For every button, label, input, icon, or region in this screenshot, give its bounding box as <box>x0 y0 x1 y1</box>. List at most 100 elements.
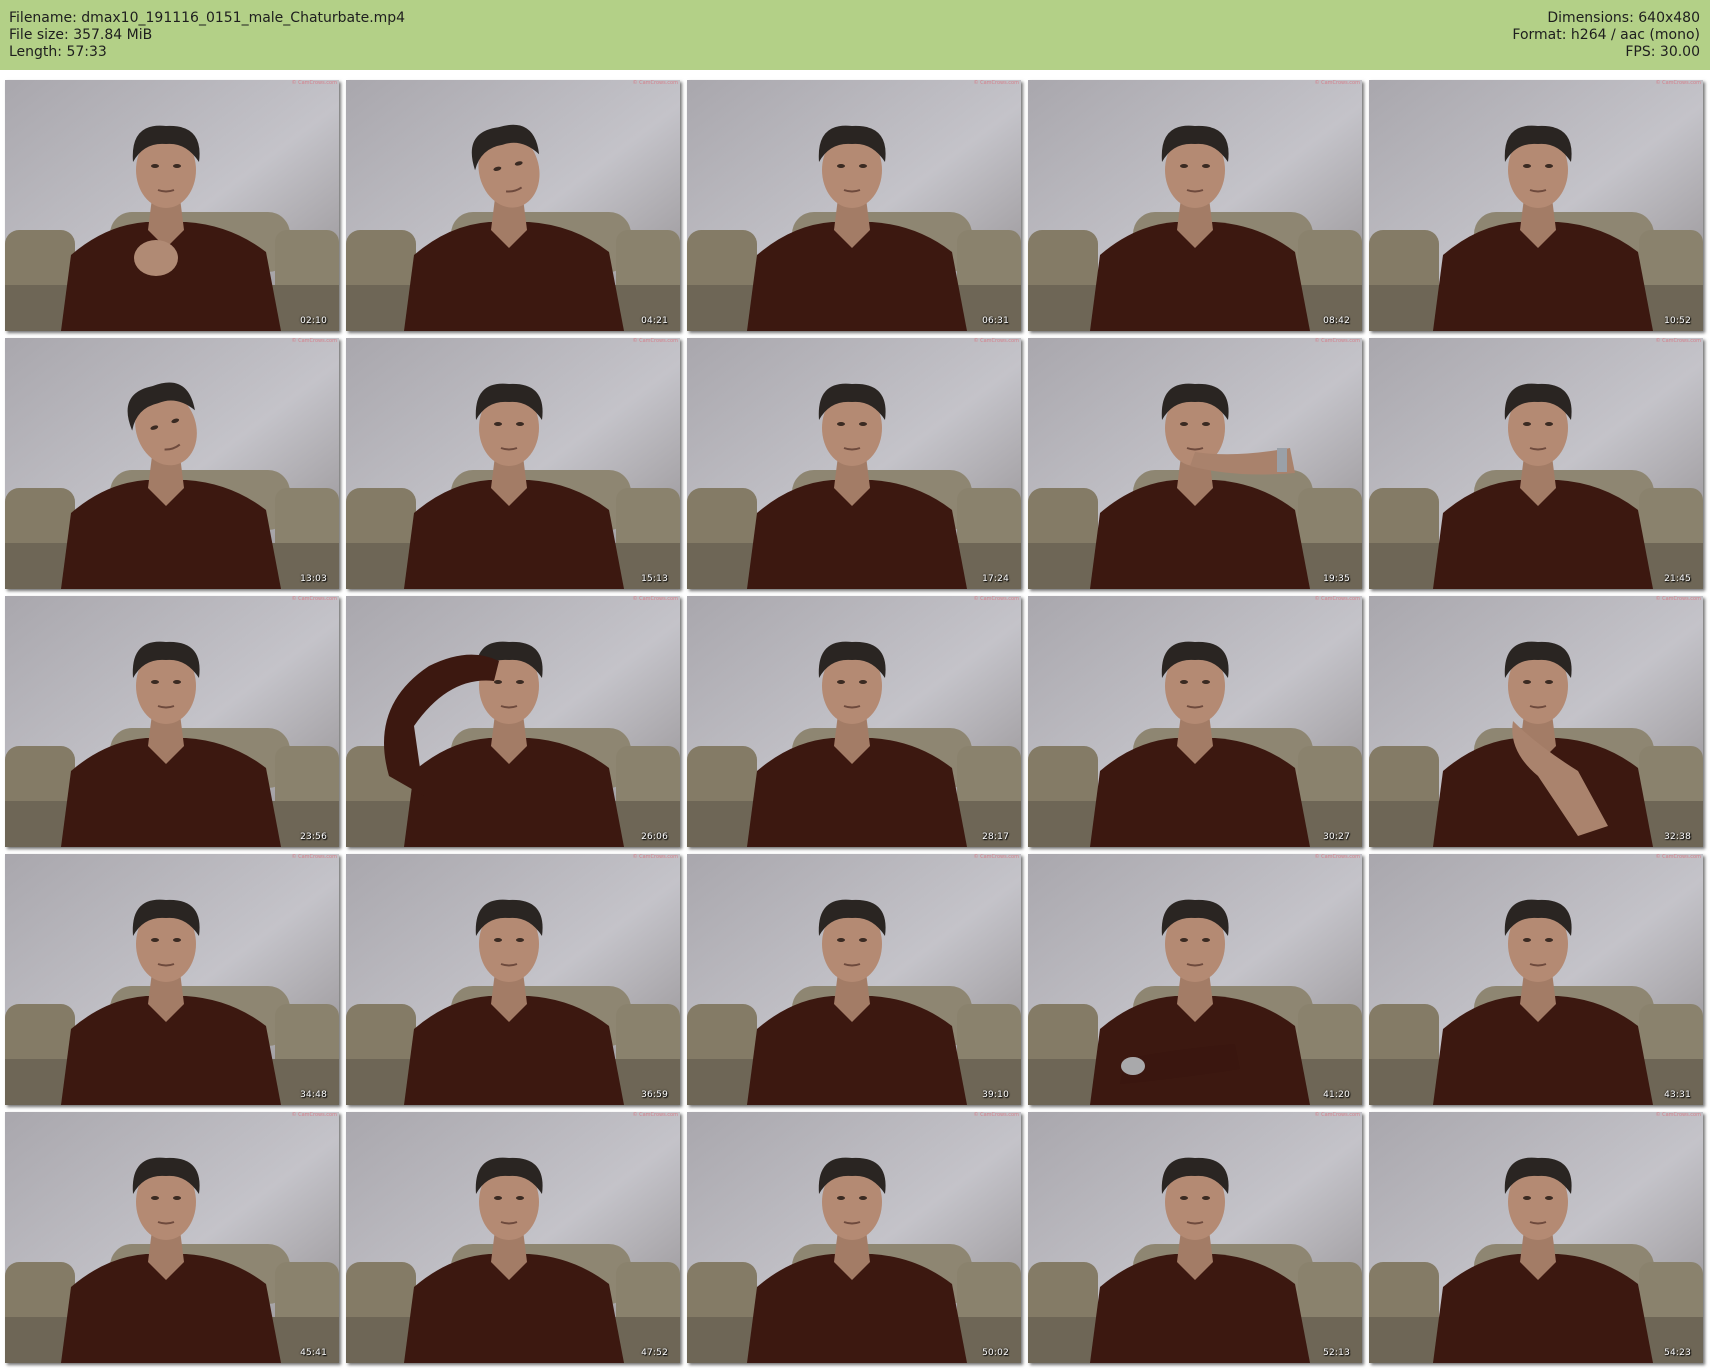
watermark: © CamCrows.com <box>1314 80 1360 86</box>
watermark: © CamCrows.com <box>973 596 1019 602</box>
thumbnail: © CamCrows.com 39:10 <box>687 854 1021 1105</box>
thumbnail: © CamCrows.com 08:42 <box>1028 80 1362 331</box>
thumbnail: © CamCrows.com 15:13 <box>346 338 680 589</box>
video-frame <box>1028 1112 1362 1363</box>
thumbnail: © CamCrows.com 34:48 <box>5 854 339 1105</box>
video-info: Dimensions: 640x480 Format: h264 / aac (… <box>1512 10 1700 61</box>
watermark: © CamCrows.com <box>1655 854 1701 860</box>
filename-text: Filename: dmax10_191116_0151_male_Chatur… <box>9 10 406 26</box>
timestamp: 23:56 <box>300 832 327 842</box>
timestamp: 26:06 <box>641 832 668 842</box>
watermark: © CamCrows.com <box>291 1112 337 1118</box>
timestamp: 02:10 <box>300 316 327 326</box>
thumbnail: © CamCrows.com 47:52 <box>346 1112 680 1363</box>
thumbnail: © CamCrows.com 28:17 <box>687 596 1021 847</box>
video-frame <box>1028 596 1362 847</box>
thumbnail: © CamCrows.com 54:23 <box>1369 1112 1703 1363</box>
thumbnail: © CamCrows.com 13:03 <box>5 338 339 589</box>
thumbnail: © CamCrows.com 52:13 <box>1028 1112 1362 1363</box>
video-frame <box>1028 80 1362 331</box>
info-header: Filename: dmax10_191116_0151_male_Chatur… <box>0 0 1710 70</box>
watermark: © CamCrows.com <box>973 80 1019 86</box>
watermark: © CamCrows.com <box>1655 1112 1701 1118</box>
watermark: © CamCrows.com <box>632 338 678 344</box>
timestamp: 32:38 <box>1664 832 1691 842</box>
thumbnail: © CamCrows.com 04:21 <box>346 80 680 331</box>
timestamp: 45:41 <box>300 1348 327 1358</box>
watermark: © CamCrows.com <box>1314 854 1360 860</box>
video-frame <box>5 338 339 589</box>
thumbnail: © CamCrows.com 23:56 <box>5 596 339 847</box>
video-frame <box>687 1112 1021 1363</box>
video-frame <box>687 338 1021 589</box>
timestamp: 50:02 <box>982 1348 1009 1358</box>
thumbnail: © CamCrows.com 30:27 <box>1028 596 1362 847</box>
timestamp: 52:13 <box>1323 1348 1350 1358</box>
video-frame <box>346 596 680 847</box>
thumbnail: © CamCrows.com 02:10 <box>5 80 339 331</box>
timestamp: 28:17 <box>982 832 1009 842</box>
timestamp: 43:31 <box>1664 1090 1691 1100</box>
watermark: © CamCrows.com <box>291 80 337 86</box>
watermark: © CamCrows.com <box>632 80 678 86</box>
watermark: © CamCrows.com <box>632 854 678 860</box>
watermark: © CamCrows.com <box>973 854 1019 860</box>
watch <box>1277 448 1287 472</box>
filesize-text: File size: 357.84 MiB <box>9 27 153 43</box>
video-frame <box>5 596 339 847</box>
watermark: © CamCrows.com <box>1314 338 1360 344</box>
timestamp: 08:42 <box>1323 316 1350 326</box>
fps-text: FPS: 30.00 <box>1625 44 1700 60</box>
timestamp: 06:31 <box>982 316 1009 326</box>
format-text: Format: h264 / aac (mono) <box>1512 27 1700 43</box>
watermark: © CamCrows.com <box>632 596 678 602</box>
watermark: © CamCrows.com <box>1655 80 1701 86</box>
timestamp: 47:52 <box>641 1348 668 1358</box>
timestamp: 30:27 <box>1323 832 1350 842</box>
timestamp: 41:20 <box>1323 1090 1350 1100</box>
video-frame <box>346 338 680 589</box>
video-frame <box>346 854 680 1105</box>
thumbnail: © CamCrows.com 45:41 <box>5 1112 339 1363</box>
watermark: © CamCrows.com <box>973 1112 1019 1118</box>
watermark: © CamCrows.com <box>1655 338 1701 344</box>
thumbnail: © CamCrows.com 50:02 <box>687 1112 1021 1363</box>
dimensions-text: Dimensions: 640x480 <box>1547 10 1700 26</box>
video-frame <box>346 80 680 331</box>
timestamp: 36:59 <box>641 1090 668 1100</box>
timestamp: 10:52 <box>1664 316 1691 326</box>
hand <box>134 240 178 276</box>
thumbnail: © CamCrows.com 17:24 <box>687 338 1021 589</box>
timestamp: 54:23 <box>1664 1348 1691 1358</box>
timestamp: 13:03 <box>300 574 327 584</box>
video-frame <box>687 596 1021 847</box>
thumbnail: © CamCrows.com 26:06 <box>346 596 680 847</box>
timestamp: 21:45 <box>1664 574 1691 584</box>
watermark: © CamCrows.com <box>973 338 1019 344</box>
watermark: © CamCrows.com <box>1314 1112 1360 1118</box>
timestamp: 15:13 <box>641 574 668 584</box>
file-info: Filename: dmax10_191116_0151_male_Chatur… <box>9 10 405 61</box>
thumbnail: © CamCrows.com 36:59 <box>346 854 680 1105</box>
thumbnail: © CamCrows.com 41:20 <box>1028 854 1362 1105</box>
video-frame <box>1369 80 1703 331</box>
timestamp: 17:24 <box>982 574 1009 584</box>
video-frame <box>5 854 339 1105</box>
timestamp: 19:35 <box>1323 574 1350 584</box>
video-frame <box>1369 338 1703 589</box>
video-frame <box>1028 338 1362 589</box>
video-frame <box>5 80 339 331</box>
length-text: Length: 57:33 <box>9 44 107 60</box>
watermark: © CamCrows.com <box>1655 596 1701 602</box>
thumbnail-grid: © CamCrows.com 02:10 © CamCrows.com 04:21 © … <box>0 78 1710 1370</box>
watermark: © CamCrows.com <box>1314 596 1360 602</box>
video-frame <box>5 1112 339 1363</box>
video-frame <box>687 80 1021 331</box>
watermark: © CamCrows.com <box>291 338 337 344</box>
video-frame <box>1369 854 1703 1105</box>
watermark: © CamCrows.com <box>632 1112 678 1118</box>
watermark: © CamCrows.com <box>291 854 337 860</box>
timestamp: 39:10 <box>982 1090 1009 1100</box>
video-frame <box>1028 854 1362 1105</box>
watch <box>1121 1057 1145 1075</box>
